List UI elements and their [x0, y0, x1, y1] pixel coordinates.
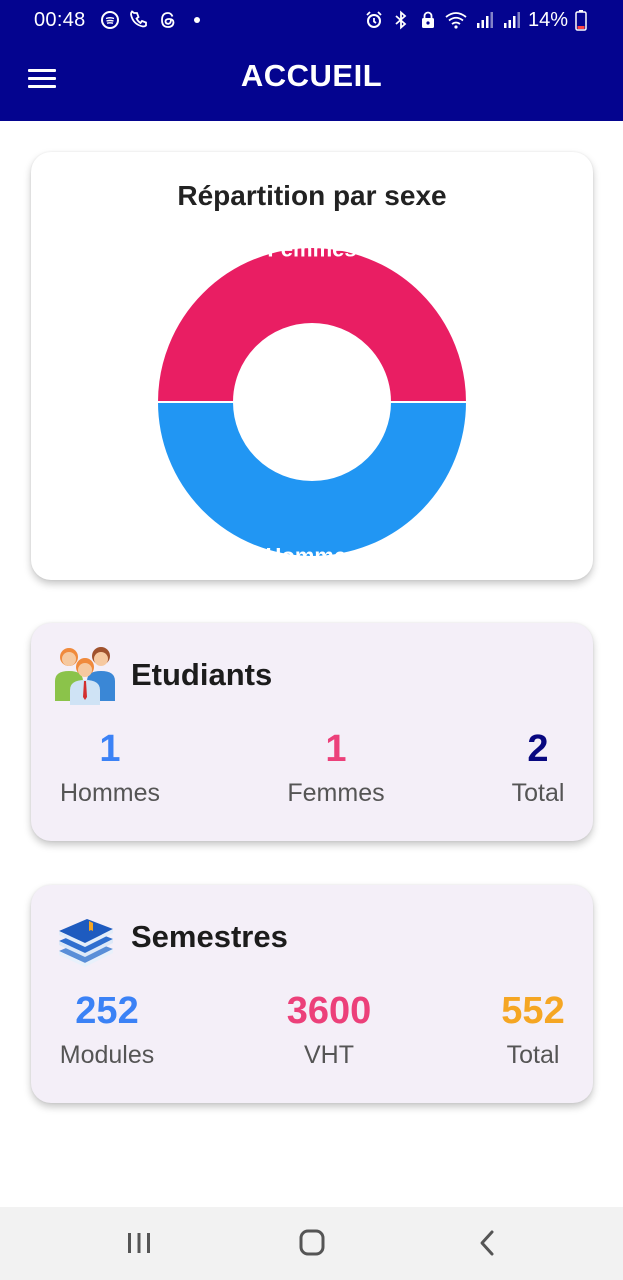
battery-percent: 14% [527, 8, 568, 31]
stat-value: 2 [527, 728, 549, 770]
etudiants-header: Etudiants [53, 643, 272, 707]
semestres-title: Semestres [131, 919, 288, 954]
slice-label: Femmes [267, 237, 356, 262]
stat-semestres-total: 552 Total [501, 989, 564, 1070]
stat-label: Total [511, 779, 565, 807]
dot-icon [194, 17, 200, 23]
alarm-icon [366, 11, 382, 28]
status-time: 00:48 [34, 9, 86, 31]
status-left-icons [100, 9, 207, 31]
stat-total: 2 Total [512, 727, 565, 808]
stat-modules: 252 Modules [60, 989, 155, 1070]
bluetooth-icon [395, 10, 407, 30]
battery-icon [575, 10, 587, 31]
stat-label: Modules [59, 1041, 155, 1069]
home-icon[interactable] [290, 1225, 334, 1261]
stat-value: 1 [99, 728, 121, 770]
threads-icon [161, 12, 175, 28]
stat-label: VHT [303, 1041, 354, 1069]
stat-label: Hommes [59, 779, 161, 807]
stat-value: 252 [75, 990, 139, 1032]
back-icon[interactable] [465, 1225, 509, 1261]
donut-chart: Femmes Hommes [155, 237, 469, 569]
wifi-icon [445, 12, 467, 29]
signal-2-icon [503, 12, 520, 28]
slice-femmes [155, 246, 469, 403]
stat-value: 3600 [286, 990, 372, 1032]
page-title: ACCUEIL [240, 58, 383, 93]
status-bar: 00:48 14% [0, 0, 623, 40]
stat-label: Total [506, 1041, 560, 1069]
stat-hommes: 1 Hommes [60, 727, 160, 808]
stat-vht: 3600 VHT [287, 989, 372, 1070]
etudiants-card[interactable]: Etudiants 1 Hommes 1 Femmes 2 Total [31, 623, 593, 841]
slice-label: Hommes [266, 544, 359, 569]
status-right-icons: 14% [364, 9, 587, 31]
students-icon [55, 647, 115, 705]
signal-icon [476, 12, 493, 28]
slice-hommes [155, 401, 469, 558]
books-icon [59, 919, 113, 967]
system-nav-bar [0, 1207, 623, 1280]
phone-icon [130, 10, 147, 28]
lock-icon [421, 11, 434, 28]
recent-apps-icon[interactable] [117, 1225, 161, 1261]
etudiants-title: Etudiants [131, 657, 273, 692]
stat-value: 552 [501, 990, 565, 1032]
stat-femmes: 1 Femmes [287, 727, 384, 808]
stat-value: 1 [325, 728, 347, 770]
stat-label: Femmes [287, 779, 385, 807]
semestres-header: Semestres [53, 905, 288, 969]
spotify-icon [101, 11, 119, 29]
semestres-card[interactable]: Semestres 252 Modules 3600 VHT 552 Total [31, 885, 593, 1103]
app-header: 00:48 14% ACCUEIL [0, 0, 623, 121]
gender-chart-card: Répartition par sexe Femmes Hommes [31, 152, 593, 580]
